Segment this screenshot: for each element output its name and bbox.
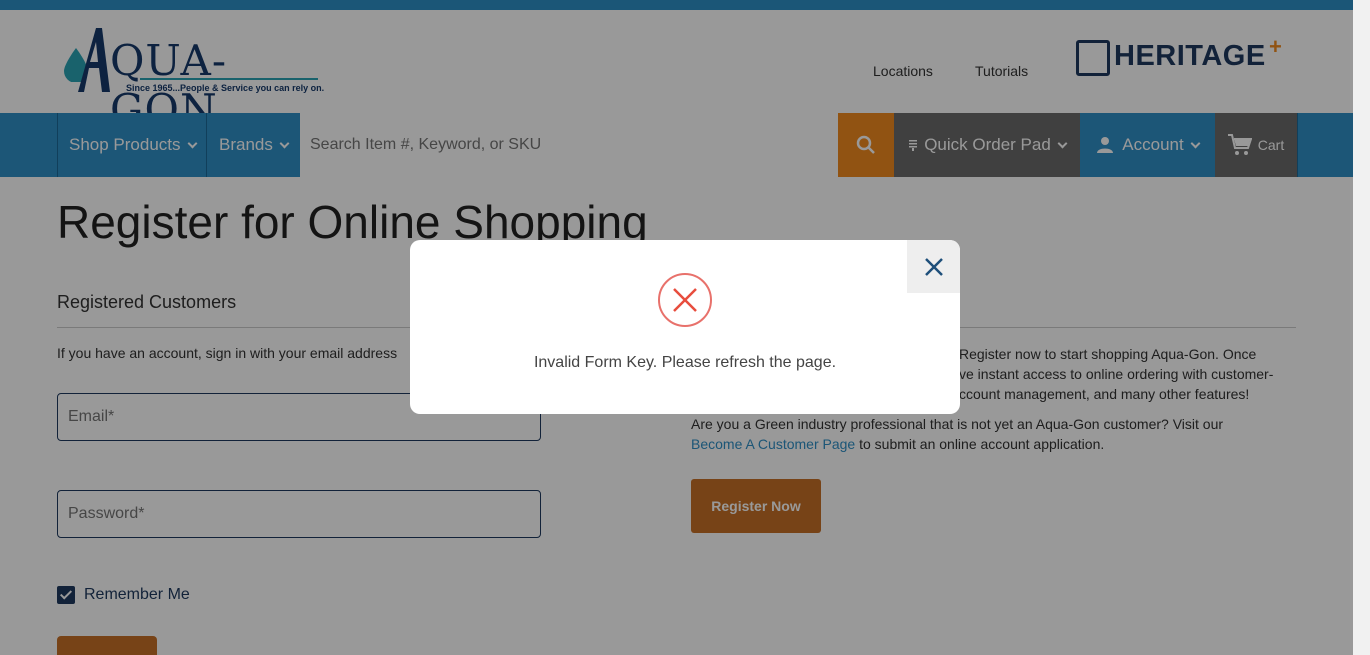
- page-scrollbar[interactable]: [1353, 0, 1370, 655]
- modal-close-button[interactable]: [907, 240, 960, 293]
- error-icon: [658, 273, 712, 327]
- error-modal: Invalid Form Key. Please refresh the pag…: [410, 240, 960, 414]
- modal-message: Invalid Form Key. Please refresh the pag…: [533, 354, 837, 371]
- close-icon: [924, 257, 943, 276]
